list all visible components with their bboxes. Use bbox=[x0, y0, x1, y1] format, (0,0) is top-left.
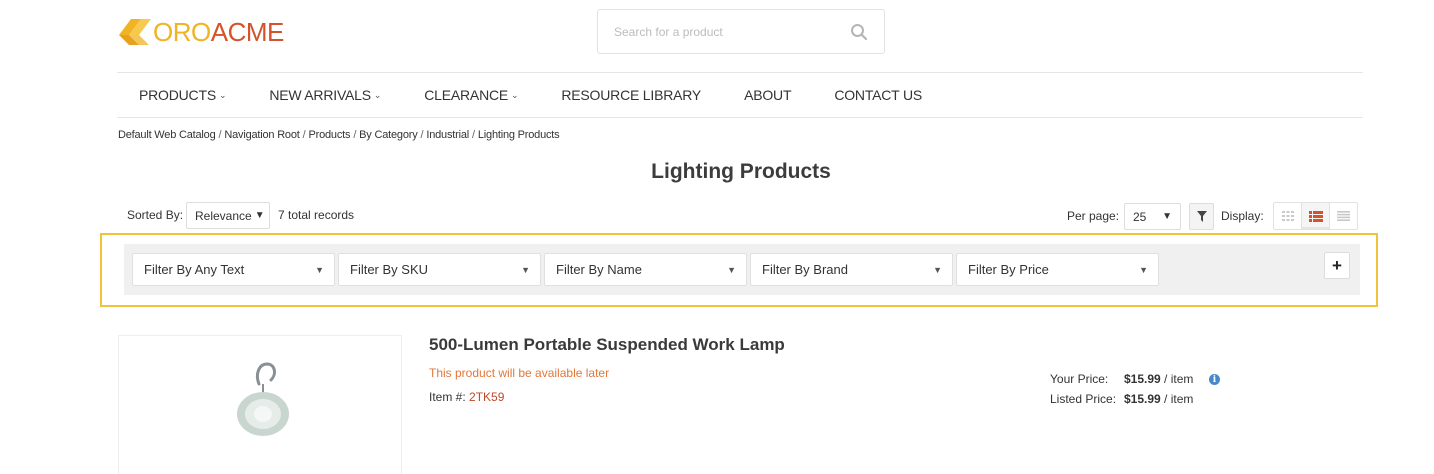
listed-price-label: Listed Price: bbox=[1050, 392, 1117, 406]
grid-icon bbox=[1281, 211, 1294, 221]
grid-view-button[interactable] bbox=[1274, 203, 1302, 229]
search-input[interactable] bbox=[614, 24, 850, 39]
caret-down-icon: ▼ bbox=[1162, 211, 1172, 222]
work-lamp-image bbox=[119, 336, 401, 474]
filter-panel: Filter By Any Text ▼ Filter By SKU ▼ Filte… bbox=[100, 233, 1378, 307]
nav-item-clearance[interactable]: CLEARANCE ⌄ bbox=[424, 87, 518, 103]
logo-icon bbox=[119, 19, 151, 45]
funnel-icon bbox=[1196, 211, 1207, 222]
nav-item-resource-library[interactable]: RESOURCE LIBRARY bbox=[561, 87, 701, 103]
caret-down-icon: ▼ bbox=[933, 265, 942, 275]
listed-price: $15.99 / item bbox=[1124, 392, 1194, 406]
per-page-label: Per page: bbox=[1067, 209, 1120, 223]
nav-item-contact-us[interactable]: CONTACT US bbox=[834, 87, 922, 103]
caret-down-icon: ▼ bbox=[1139, 265, 1148, 275]
compact-list-icon bbox=[1337, 211, 1350, 221]
compact-view-button[interactable] bbox=[1330, 203, 1357, 229]
caret-down-icon: ▼ bbox=[254, 210, 265, 221]
info-icon[interactable]: i bbox=[1209, 374, 1220, 385]
page-title: Lighting Products bbox=[651, 160, 831, 183]
nav-divider bbox=[117, 117, 1363, 118]
chevron-down-icon: ⌄ bbox=[511, 89, 519, 100]
filter-toggle-button[interactable] bbox=[1189, 203, 1214, 230]
logo[interactable]: OROACME bbox=[117, 16, 284, 48]
nav-item-about[interactable]: ABOUT bbox=[744, 87, 791, 103]
search-box bbox=[597, 9, 885, 54]
filter-brand-dropdown[interactable]: Filter By Brand ▼ bbox=[750, 253, 953, 286]
caret-down-icon: ▼ bbox=[315, 265, 324, 275]
your-price-label: Your Price: bbox=[1050, 372, 1109, 386]
chevron-down-icon: ⌄ bbox=[218, 89, 227, 100]
product-name[interactable]: 500-Lumen Portable Suspended Work Lamp bbox=[429, 335, 785, 355]
breadcrumb-item-current: Lighting Products bbox=[477, 129, 560, 141]
caret-down-icon: ▼ bbox=[727, 265, 736, 275]
filter-name-dropdown[interactable]: Filter By Name ▼ bbox=[544, 253, 747, 286]
breadcrumb-item[interactable]: Default Web Catalog bbox=[118, 129, 216, 141]
your-price: $15.99 / item bbox=[1124, 372, 1194, 386]
nav-item-products[interactable]: PRODUCTS ⌄ bbox=[139, 87, 227, 103]
filter-container: Filter By Any Text ▼ Filter By SKU ▼ Filte… bbox=[124, 244, 1360, 295]
chevron-down-icon: ⌄ bbox=[373, 89, 382, 100]
display-label: Display: bbox=[1221, 209, 1264, 223]
breadcrumb-item[interactable]: Products bbox=[309, 129, 351, 141]
sorted-by-label: Sorted By: bbox=[127, 208, 184, 222]
breadcrumb-item[interactable]: By Category bbox=[359, 129, 418, 141]
breadcrumb: Default Web Catalog / Navigation Root / Prod… bbox=[118, 129, 560, 141]
sort-select[interactable]: Relevance ▼ bbox=[186, 202, 270, 229]
filter-sku-dropdown[interactable]: Filter By SKU ▼ bbox=[338, 253, 541, 286]
main-nav: PRODUCTS ⌄ NEW ARRIVALS ⌄ CLEARANCE ⌄ RESOU… bbox=[117, 73, 943, 117]
product-sku: 2TK59 bbox=[469, 390, 505, 404]
item-number: Item #: 2TK59 bbox=[429, 390, 505, 404]
caret-down-icon: ▼ bbox=[521, 265, 530, 275]
nav-item-new-arrivals[interactable]: NEW ARRIVALS ⌄ bbox=[269, 87, 381, 103]
search-icon[interactable] bbox=[850, 23, 868, 41]
per-page-select[interactable]: 25 ▼ bbox=[1124, 203, 1181, 230]
view-switch bbox=[1273, 202, 1358, 230]
add-filter-button[interactable]: + bbox=[1324, 252, 1350, 279]
filter-any-text-dropdown[interactable]: Filter By Any Text ▼ bbox=[132, 253, 335, 286]
list-icon bbox=[1308, 210, 1323, 222]
product-image[interactable] bbox=[118, 335, 402, 474]
list-view-button[interactable] bbox=[1302, 203, 1330, 229]
logo-text: OROACME bbox=[153, 17, 284, 47]
availability-status: This product will be available later bbox=[429, 366, 610, 380]
total-records: 7 total records bbox=[278, 208, 355, 222]
breadcrumb-item[interactable]: Navigation Root bbox=[224, 129, 299, 141]
filter-price-dropdown[interactable]: Filter By Price ▼ bbox=[956, 253, 1159, 286]
breadcrumb-item[interactable]: Industrial bbox=[426, 129, 469, 141]
